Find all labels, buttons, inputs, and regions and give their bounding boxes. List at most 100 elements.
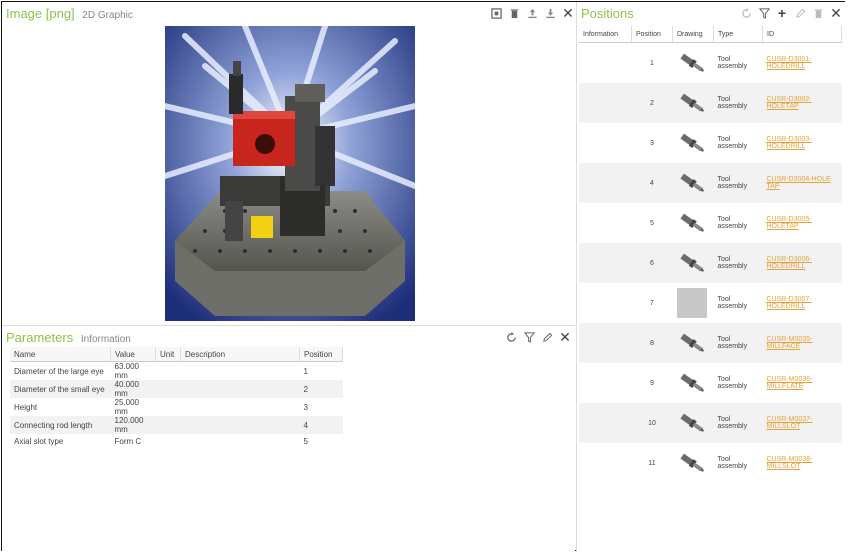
table-row[interactable]: 10 Tool assembly CUSR-M0037-MILLSLOT (579, 403, 842, 443)
tab-information[interactable]: Information (81, 334, 131, 345)
positions-table: Information Position Drawing Type ID 1 To… (579, 26, 842, 483)
parameters-table: Name Value Unit Description Position Dia… (10, 347, 343, 449)
filter-icon[interactable] (758, 7, 770, 19)
type-cell: Tool assembly (713, 163, 763, 203)
edit-icon[interactable] (794, 7, 806, 19)
table-row[interactable]: 8 Tool assembly CUSR-M0035-MILLFACE (579, 323, 842, 363)
id-link[interactable]: CUSR-D3006-HOLEDRILL (762, 243, 842, 283)
close-icon[interactable]: ✕ (562, 5, 574, 21)
position-cell: 2 (631, 83, 673, 123)
position-cell: 10 (631, 403, 673, 443)
position-cell: 5 (650, 219, 654, 227)
param-value[interactable]: 63.000 mm (111, 362, 156, 380)
param-name: Diameter of the small eye (10, 380, 111, 398)
table-row[interactable]: Diameter of the large eye 63.000 mm 1 (10, 362, 343, 381)
table-row[interactable]: 5 Tool assembly CUSR-D3005-HOLETAP (579, 203, 842, 243)
param-unit (156, 398, 181, 416)
fit-icon[interactable] (490, 7, 502, 19)
refresh-icon[interactable] (505, 331, 517, 343)
drawing-cell (672, 243, 714, 283)
refresh-icon[interactable] (740, 7, 752, 19)
id-link[interactable]: CUSR-D3005-HOLETAP (763, 203, 842, 243)
drawing-cell (673, 203, 714, 243)
table-row[interactable]: 2 Tool assembly CUSR-D3002-HOLETAP (579, 83, 842, 123)
id-link[interactable]: CUSR-M0035-MILLFACE (762, 323, 842, 363)
position-cell: 1 (650, 59, 654, 67)
delete-icon[interactable] (508, 7, 520, 19)
param-value[interactable]: 25.000 mm (111, 398, 156, 416)
filter-icon[interactable] (523, 331, 535, 343)
image-pane: Image [png] 2D Graphic ✕ (2, 2, 575, 325)
table-row[interactable]: 11 Tool assembly CUSR-M0038-MILLSLOT (579, 443, 842, 483)
param-value[interactable]: Form C (111, 434, 156, 449)
param-description (180, 416, 300, 434)
parameters-pane: Parameters Information ✕ Name Value Unit… (2, 325, 575, 553)
tab-parameters[interactable]: Parameters (6, 330, 73, 345)
table-row[interactable]: Axial slot type Form C 5 (10, 434, 343, 449)
table-row[interactable]: 6 Tool assembly CUSR-D3006-HOLEDRILL (579, 243, 842, 283)
tool-thumbnail (677, 448, 710, 478)
param-value[interactable]: 40.000 mm (110, 380, 156, 398)
table-row[interactable]: 1 Tool assembly CUSR-D3001-HOLEDRILL (579, 43, 842, 84)
table-row[interactable]: 4 Tool assembly CUSR-D3004-HOLE TAP (579, 163, 842, 203)
param-description (181, 362, 300, 381)
information-cell (579, 443, 632, 483)
param-value[interactable]: 120.000 mm (110, 416, 156, 434)
col-position[interactable]: Position (631, 26, 673, 43)
position-cell: 3 (650, 139, 654, 147)
table-row[interactable]: Connecting rod length 120.000 mm 4 (10, 416, 343, 434)
table-row[interactable]: 9 Tool assembly CUSR-M0036-MILLFLATE (579, 363, 842, 403)
add-icon[interactable]: + (776, 5, 788, 21)
id-link[interactable]: CUSR-M0038-MILLSLOT (763, 443, 842, 483)
col-type[interactable]: Type (713, 26, 763, 43)
id-link[interactable]: CUSR-D3007-HOLEDRILL (763, 283, 842, 323)
tool-thumbnail (677, 88, 710, 118)
drawing-cell (672, 323, 714, 363)
tool-thumbnail (677, 208, 710, 238)
position-cell: 7 (650, 299, 654, 307)
close-icon[interactable]: ✕ (559, 329, 571, 345)
information-cell (579, 403, 632, 443)
id-link[interactable]: CUSR-D3002-HOLETAP (762, 83, 842, 123)
col-name[interactable]: Name (10, 347, 111, 362)
col-value[interactable]: Value (110, 347, 156, 362)
close-icon[interactable]: ✕ (830, 5, 842, 21)
information-cell (579, 83, 632, 123)
table-row[interactable]: Height 25.000 mm 3 (10, 398, 343, 416)
col-unit[interactable]: Unit (155, 347, 181, 362)
col-position[interactable]: Position (299, 347, 343, 362)
position-cell: 6 (631, 243, 673, 283)
table-row[interactable]: 3 Tool assembly CUSR-D3003-HOLEDRILL (579, 123, 842, 163)
col-description[interactable]: Description (180, 347, 300, 362)
id-link[interactable]: CUSR-D3001-HOLEDRILL (763, 43, 842, 84)
id-link[interactable]: CUSR-M0037-MILLSLOT (762, 403, 842, 443)
type-cell: Tool assembly (713, 403, 763, 443)
information-cell (579, 363, 632, 403)
param-position: 1 (303, 366, 308, 376)
tab-2d-graphic[interactable]: 2D Graphic (82, 10, 133, 21)
col-id[interactable]: ID (762, 26, 842, 43)
table-row[interactable]: Diameter of the small eye 40.000 mm 2 (10, 380, 343, 398)
tab-image-png[interactable]: Image [png] (6, 6, 75, 21)
col-information[interactable]: Information (579, 26, 632, 43)
id-link[interactable]: CUSR-M0036-MILLFLATE (763, 363, 842, 403)
download-icon[interactable] (544, 7, 556, 19)
parameters-toolbar: ✕ (505, 329, 571, 345)
position-cell: 11 (648, 459, 656, 467)
image-pane-tabs: Image [png] 2D Graphic (6, 6, 133, 21)
param-name: Connecting rod length (10, 416, 111, 434)
id-link[interactable]: CUSR-D3003-HOLEDRILL (763, 123, 842, 163)
type-cell: Tool assembly (717, 136, 748, 150)
id-link[interactable]: CUSR-D3004-HOLE TAP (762, 163, 842, 203)
param-position: 5 (303, 437, 308, 446)
upload-icon[interactable] (526, 7, 538, 19)
information-cell (579, 243, 632, 283)
delete-icon[interactable] (812, 7, 824, 19)
col-drawing[interactable]: Drawing (672, 26, 714, 43)
fixture-photo (165, 26, 415, 321)
type-cell: Tool assembly (717, 216, 748, 230)
table-row[interactable]: 7 Tool assembly CUSR-D3007-HOLEDRILL (579, 283, 842, 323)
edit-icon[interactable] (541, 331, 553, 343)
tool-thumbnail (677, 168, 710, 198)
drawing-cell (673, 363, 714, 403)
